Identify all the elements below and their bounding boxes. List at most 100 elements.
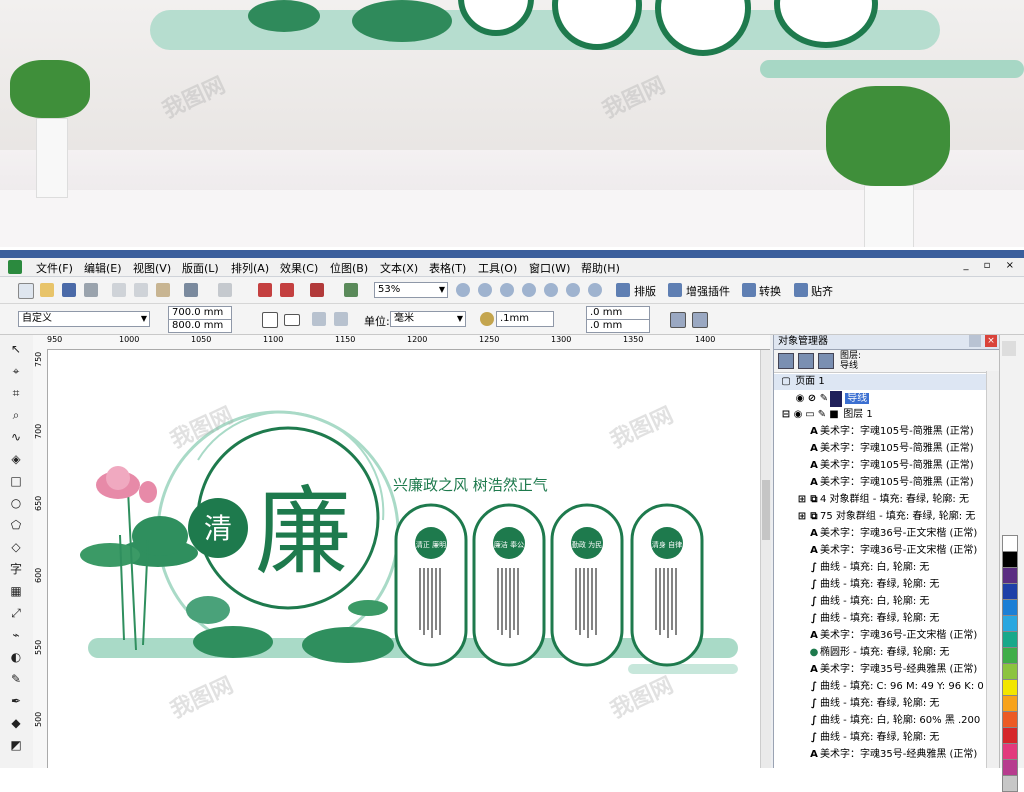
copy-icon[interactable]	[134, 283, 148, 297]
zoom-in-icon[interactable]	[456, 283, 470, 297]
convert-button[interactable]: 转换	[759, 283, 781, 299]
open-icon[interactable]	[40, 283, 54, 297]
rectangle-tool-icon[interactable]: □	[8, 473, 24, 489]
object-item[interactable]: A 美术字：字魂36号-正文宋楷 (正常)	[774, 628, 977, 644]
cut-icon[interactable]	[112, 283, 126, 297]
menu-arrange[interactable]: 排列(A)	[231, 260, 269, 276]
edit-across-layers-icon[interactable]	[798, 353, 814, 369]
plugin-icon[interactable]	[668, 283, 682, 297]
app-launcher-icon[interactable]	[310, 283, 324, 297]
print-icon[interactable]	[84, 283, 98, 297]
menu-help[interactable]: 帮助(H)	[581, 260, 620, 276]
zoom-width-icon[interactable]	[566, 283, 580, 297]
menu-layout[interactable]: 版面(L)	[182, 260, 219, 276]
save-icon[interactable]	[62, 283, 76, 297]
zoom-page-icon[interactable]	[544, 283, 558, 297]
object-item[interactable]: A 美术字：字魂105号-简雅黑 (正常)	[774, 424, 974, 440]
zoom-all-icon[interactable]	[522, 283, 536, 297]
zoom-tool-icon[interactable]: ⌕	[8, 407, 24, 423]
convert-icon[interactable]	[742, 283, 756, 297]
unit-select[interactable]: 毫米 ▼	[390, 311, 466, 327]
current-page-icon[interactable]	[334, 312, 348, 326]
page-preset-select[interactable]: 自定义 ▼	[18, 311, 150, 327]
app-icon[interactable]	[8, 260, 22, 274]
nudge-icon[interactable]	[480, 312, 494, 326]
palette-swatch[interactable]	[1002, 535, 1018, 552]
show-properties-icon[interactable]	[778, 353, 794, 369]
object-item[interactable]: A 美术字：字魂105号-简雅黑 (正常)	[774, 441, 974, 457]
eye-icon[interactable]: ◉	[792, 407, 804, 423]
menu-view[interactable]: 视图(V)	[133, 260, 171, 276]
object-item[interactable]: ⊞ ⧉ 75 对象群组 - 填充: 春绿, 轮廓: 无	[774, 509, 976, 525]
object-list-scrollbar[interactable]	[986, 371, 999, 768]
object-item[interactable]: ∫ 曲线 - 填充: 白, 轮廓: 60% 黑 .200	[774, 713, 980, 729]
snap-icon[interactable]	[794, 283, 808, 297]
palette-swatch[interactable]	[1002, 599, 1018, 616]
pick-tool-icon[interactable]: ↖	[8, 341, 24, 357]
undo-icon[interactable]	[184, 283, 198, 297]
palette-swatch[interactable]	[1002, 663, 1018, 680]
crop-tool-icon[interactable]: ⌗	[8, 385, 24, 401]
fill-tool-icon[interactable]: ◆	[8, 715, 24, 731]
layer1-node[interactable]: ⊟ ◉ ▭ ✎ ■ 图层 1	[774, 407, 873, 423]
interactive-fill-icon[interactable]: ◩	[8, 737, 24, 753]
eye-icon[interactable]: ◉	[794, 391, 806, 407]
duplicate-x-field[interactable]: .0 mm	[586, 306, 650, 320]
menu-tools[interactable]: 工具(O)	[478, 260, 517, 276]
paste-icon[interactable]	[156, 283, 170, 297]
new-icon[interactable]	[18, 283, 34, 299]
scroll-thumb[interactable]	[762, 480, 770, 540]
object-item[interactable]: ∫ 曲线 - 填充: C: 96 M: 49 Y: 96 K: 0	[774, 679, 984, 695]
menu-effects[interactable]: 效果(C)	[280, 260, 318, 276]
object-item[interactable]: A 美术字：字魂35号-经典雅黑 (正常)	[774, 662, 977, 678]
export-icon[interactable]	[280, 283, 294, 297]
expand-icon[interactable]: ⊞	[796, 492, 808, 508]
lock-icon[interactable]: ✎	[818, 391, 830, 407]
freehand-tool-icon[interactable]: ∿	[8, 429, 24, 445]
print-toggle-icon[interactable]: ⊘	[806, 391, 818, 407]
duplicate-y-field[interactable]: .0 mm	[586, 319, 650, 333]
palette-swatch[interactable]	[1002, 727, 1018, 744]
canvas-scrollbar[interactable]	[760, 350, 771, 768]
palette-swatch[interactable]	[1002, 551, 1018, 568]
collapse-icon[interactable]: ⊟	[780, 407, 792, 423]
redo-icon[interactable]	[218, 283, 232, 297]
object-item[interactable]: ∫ 曲线 - 填充: 春绿, 轮廓: 无	[774, 611, 939, 627]
page-node[interactable]: ▢ 页面 1	[774, 374, 992, 390]
typeset-button[interactable]: 排版	[634, 283, 656, 299]
zoom-height-icon[interactable]	[588, 283, 602, 297]
page-width-field[interactable]: 700.0 mm	[168, 306, 232, 320]
zoom-selected-icon[interactable]	[500, 283, 514, 297]
ellipse-tool-icon[interactable]: ○	[8, 495, 24, 511]
basic-shapes-icon[interactable]: ◇	[8, 539, 24, 555]
object-item[interactable]: A 美术字：字魂105号-简雅黑 (正常)	[774, 458, 974, 474]
palette-swatch[interactable]	[1002, 695, 1018, 712]
table-tool-icon[interactable]: ▦	[8, 583, 24, 599]
shape-tool-icon[interactable]: ⌖	[8, 363, 24, 379]
expand-icon[interactable]: ⊞	[796, 509, 808, 525]
text-tool-icon[interactable]: 字	[8, 561, 24, 577]
object-item[interactable]: ∫ 曲线 - 填充: 春绿, 轮廓: 无	[774, 577, 939, 593]
palette-swatch[interactable]	[1002, 615, 1018, 632]
menu-edit[interactable]: 编辑(E)	[84, 260, 122, 276]
layer-manager-icon[interactable]	[818, 353, 834, 369]
menu-file[interactable]: 文件(F)	[36, 260, 73, 276]
object-item[interactable]: ∫ 曲线 - 填充: 白, 轮廓: 无	[774, 560, 929, 576]
import-icon[interactable]	[258, 283, 272, 297]
typeset-icon[interactable]	[616, 283, 630, 297]
close-icon[interactable]: ×	[985, 335, 997, 347]
eyedropper-icon[interactable]: ✎	[8, 671, 24, 687]
treat-as-filled-icon[interactable]	[670, 312, 686, 328]
all-pages-icon[interactable]	[312, 312, 326, 326]
parallel-dimension-icon[interactable]: ⤢	[8, 605, 24, 621]
menu-text[interactable]: 文本(X)	[380, 260, 418, 276]
menu-bitmaps[interactable]: 位图(B)	[330, 260, 368, 276]
guide-layer-node[interactable]: ◉ ⊘ ✎ ■ 导线	[774, 391, 870, 407]
landscape-icon[interactable]	[284, 314, 300, 326]
page-height-field[interactable]: 800.0 mm	[168, 319, 232, 333]
menu-window[interactable]: 窗口(W)	[529, 260, 570, 276]
palette-scroll-up[interactable]	[1002, 341, 1016, 356]
menu-table[interactable]: 表格(T)	[429, 260, 466, 276]
portrait-icon[interactable]	[262, 312, 278, 328]
outline-pen-icon[interactable]: ✒	[8, 693, 24, 709]
